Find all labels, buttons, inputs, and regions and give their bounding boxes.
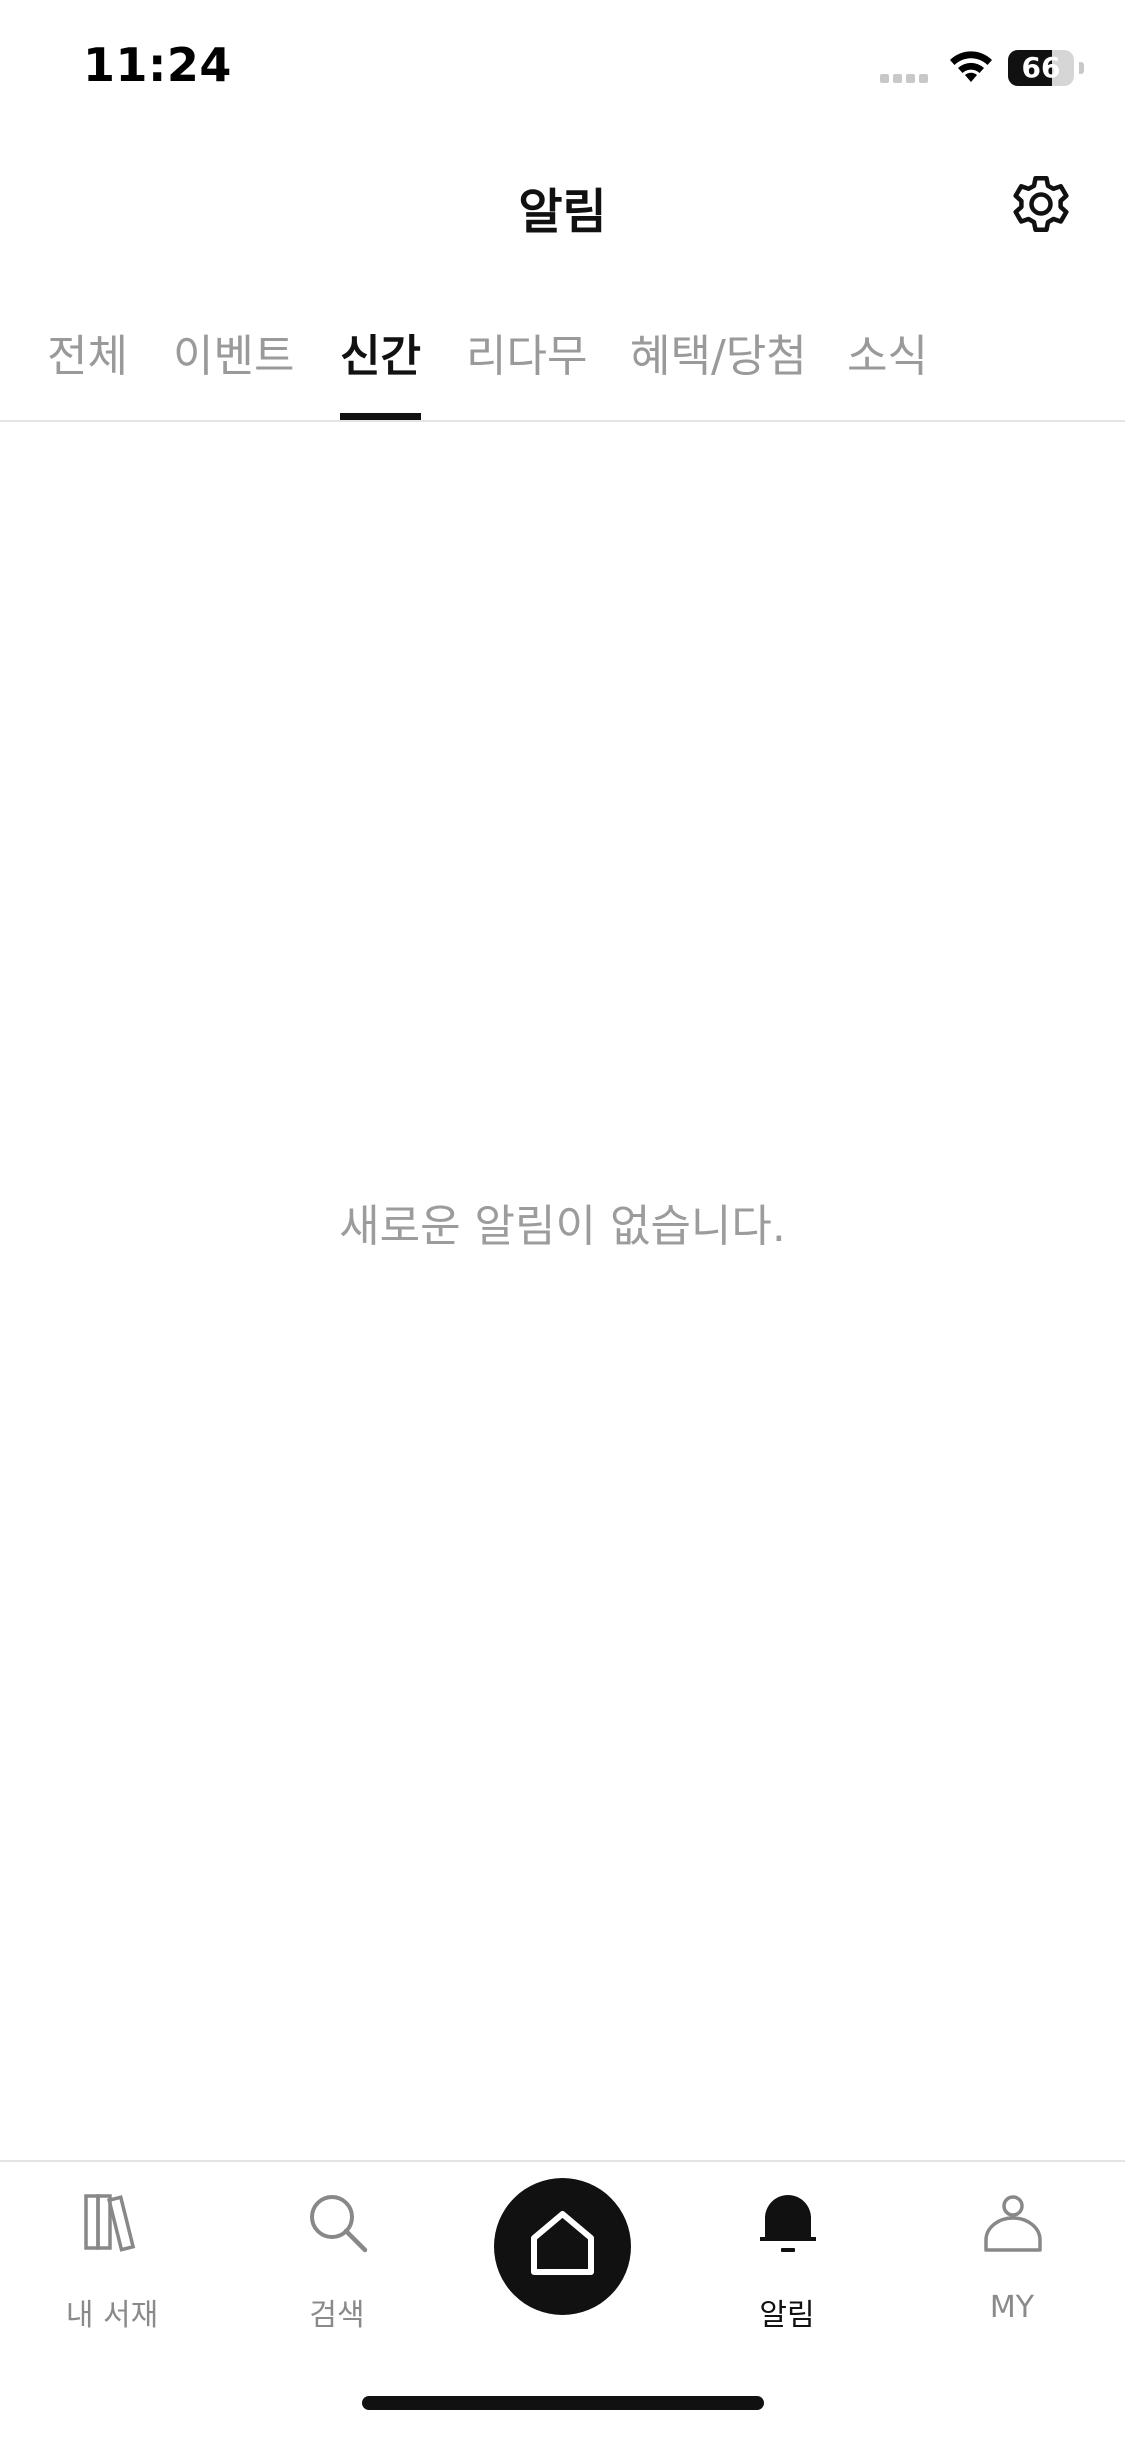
wifi-icon: [950, 51, 992, 82]
home-indicator: [362, 2396, 764, 2410]
tab-label: 신간: [340, 331, 421, 382]
tab-label: 이벤트: [173, 331, 295, 382]
bell-icon: [760, 2195, 816, 2252]
nav-label: MY: [989, 2290, 1035, 2325]
settings-button[interactable]: [1005, 168, 1077, 240]
header: 알림: [0, 150, 1125, 260]
status-bar: 11:24 66: [0, 0, 1125, 130]
nav-my-library[interactable]: 내 서재: [32, 2192, 192, 2333]
tab-new-release[interactable]: 신간: [340, 320, 421, 420]
tab-label: 혜택/당첨: [630, 331, 807, 382]
tab-label: 전체: [47, 331, 128, 382]
status-time: 11:24: [83, 38, 232, 92]
nav-label: 검색: [309, 2298, 365, 2333]
tab-label: 리다무: [466, 331, 588, 382]
gear-icon: [1013, 176, 1069, 232]
battery-icon: 66: [1008, 50, 1084, 86]
person-icon: [984, 2195, 1042, 2252]
page-title: 알림: [518, 184, 607, 240]
cellular-signal-icon: [880, 74, 928, 83]
nav-label: 알림: [759, 2298, 815, 2333]
nav-label: 내 서재: [65, 2298, 159, 2333]
active-tab-indicator: [340, 413, 421, 420]
empty-state-message: 새로운 알림이 없습니다.: [339, 1201, 786, 1252]
home-icon: [531, 2211, 594, 2275]
tab-all[interactable]: 전체: [47, 320, 128, 420]
tab-label: 소식: [847, 331, 928, 382]
tab-news[interactable]: 소식: [847, 320, 928, 420]
books-icon: [84, 2194, 136, 2252]
battery-level: 66: [1021, 51, 1061, 84]
tab-ridamu[interactable]: 리다무: [466, 320, 587, 420]
nav-my[interactable]: MY: [932, 2192, 1092, 2332]
nav-notifications[interactable]: 알림: [707, 2192, 867, 2333]
nav-search[interactable]: 검색: [257, 2192, 417, 2333]
tab-bar: 전체 이벤트 신간 리다무 혜택/당첨 소식: [0, 300, 1125, 422]
tab-benefits[interactable]: 혜택/당첨: [630, 320, 807, 420]
search-icon: [310, 2195, 368, 2253]
tab-event[interactable]: 이벤트: [173, 320, 294, 420]
nav-home-button[interactable]: [494, 2178, 631, 2315]
